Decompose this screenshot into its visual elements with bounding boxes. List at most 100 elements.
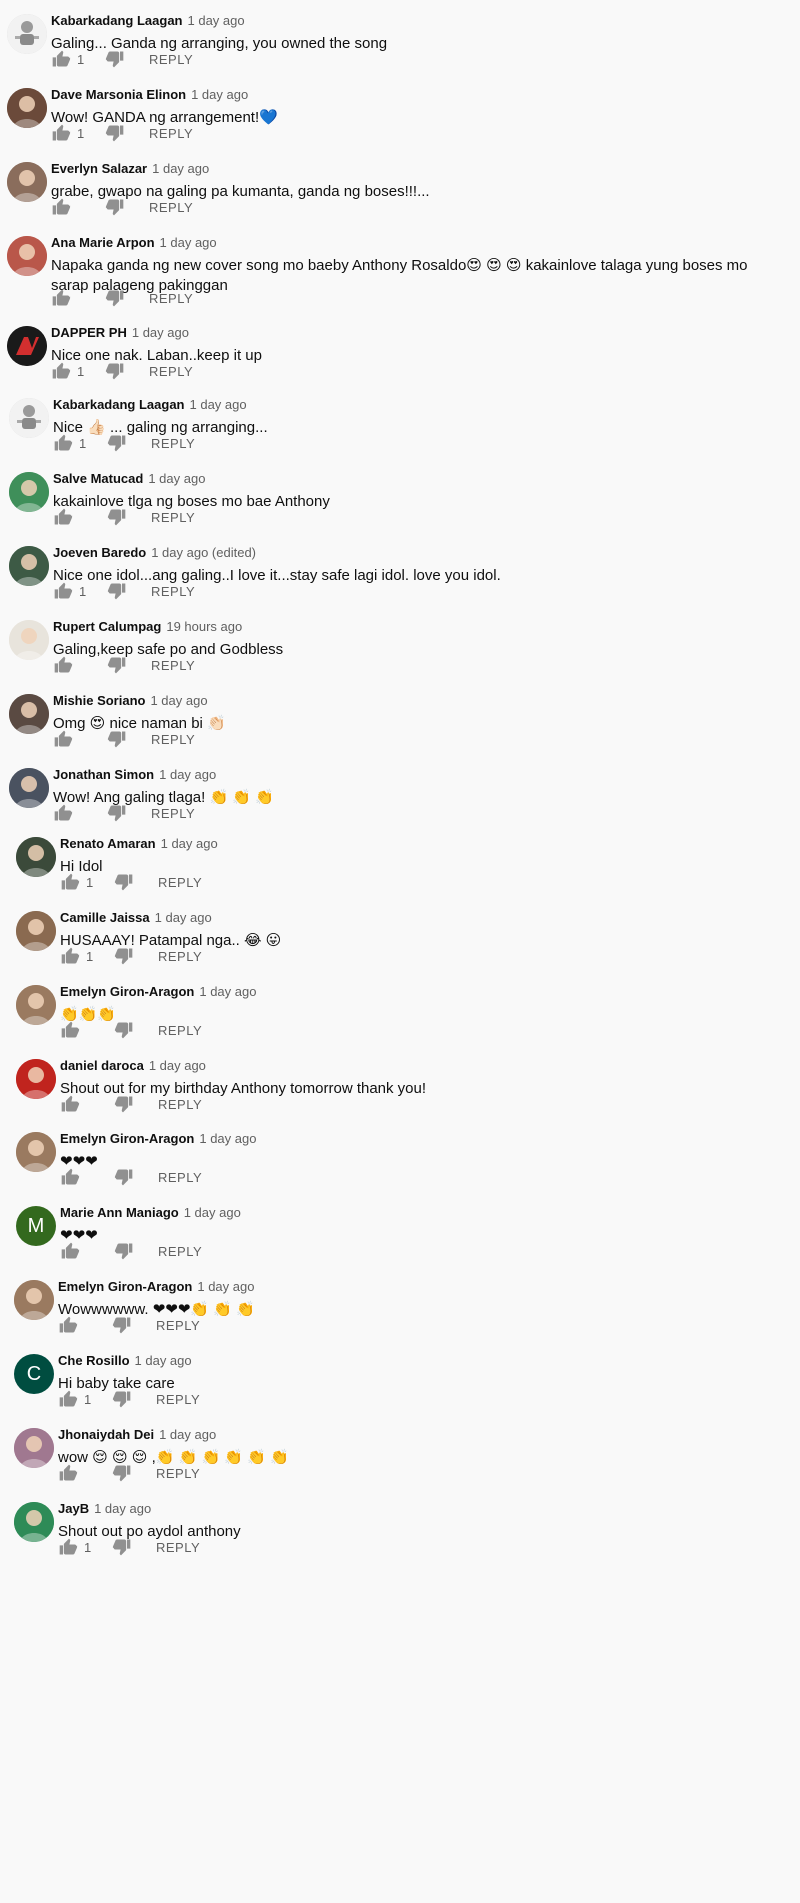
comment-time[interactable]: 1 day ago (188, 13, 245, 28)
reply-button[interactable]: REPLY (158, 1244, 202, 1259)
reply-button[interactable]: REPLY (156, 1318, 200, 1333)
reply-button[interactable]: REPLY (151, 436, 195, 451)
avatar[interactable] (16, 985, 56, 1025)
author-name[interactable]: Jhonaiydah Dei (58, 1427, 154, 1442)
reply-button[interactable]: REPLY (149, 364, 193, 379)
author-name[interactable]: Camille Jaissa (60, 910, 150, 925)
comment-time[interactable]: 1 day ago (155, 910, 212, 925)
dislike-icon[interactable] (105, 197, 125, 217)
avatar[interactable] (9, 546, 49, 586)
dislike-icon[interactable] (105, 361, 125, 381)
author-name[interactable]: Che Rosillo (58, 1353, 130, 1368)
like-icon[interactable] (51, 197, 71, 217)
avatar[interactable] (14, 1502, 54, 1542)
comment-time[interactable]: 1 day ago (132, 325, 189, 340)
avatar[interactable] (9, 620, 49, 660)
dislike-icon[interactable] (107, 729, 127, 749)
dislike-icon[interactable] (114, 1020, 134, 1040)
like-icon[interactable] (60, 1241, 80, 1261)
reply-button[interactable]: REPLY (151, 510, 195, 525)
author-name[interactable]: Joeven Baredo (53, 545, 146, 560)
avatar[interactable] (16, 911, 56, 951)
avatar[interactable] (7, 162, 47, 202)
author-name[interactable]: Kabarkadang Laagan (51, 13, 183, 28)
dislike-icon[interactable] (112, 1315, 132, 1335)
comment-time[interactable]: 1 day ago (184, 1205, 241, 1220)
comment-time[interactable]: 1 day ago (160, 235, 217, 250)
author-name[interactable]: Renato Amaran (60, 836, 156, 851)
reply-button[interactable]: REPLY (158, 875, 202, 890)
reply-button[interactable]: REPLY (149, 126, 193, 141)
like-icon[interactable] (60, 946, 80, 966)
comment-time[interactable]: 1 day ago (edited) (151, 545, 256, 560)
avatar[interactable] (7, 14, 47, 54)
like-icon[interactable] (51, 361, 71, 381)
comment-time[interactable]: 1 day ago (159, 767, 216, 782)
reply-button[interactable]: REPLY (151, 806, 195, 821)
comment-time[interactable]: 1 day ago (199, 1131, 256, 1146)
reply-button[interactable]: REPLY (149, 291, 193, 306)
reply-button[interactable]: REPLY (158, 1023, 202, 1038)
avatar[interactable] (7, 88, 47, 128)
reply-button[interactable]: REPLY (149, 52, 193, 67)
reply-button[interactable]: REPLY (149, 200, 193, 215)
like-icon[interactable] (53, 655, 73, 675)
author-name[interactable]: DAPPER PH (51, 325, 127, 340)
like-icon[interactable] (51, 123, 71, 143)
comment-time[interactable]: 1 day ago (152, 161, 209, 176)
avatar[interactable] (9, 398, 49, 438)
avatar[interactable] (16, 1132, 56, 1172)
like-icon[interactable] (60, 1094, 80, 1114)
dislike-icon[interactable] (107, 655, 127, 675)
avatar[interactable] (7, 326, 47, 366)
comment-time[interactable]: 1 day ago (190, 397, 247, 412)
dislike-icon[interactable] (112, 1389, 132, 1409)
like-icon[interactable] (53, 729, 73, 749)
author-name[interactable]: Jonathan Simon (53, 767, 154, 782)
dislike-icon[interactable] (114, 872, 134, 892)
reply-button[interactable]: REPLY (151, 732, 195, 747)
like-icon[interactable] (58, 1315, 78, 1335)
avatar[interactable] (14, 1280, 54, 1320)
like-icon[interactable] (53, 507, 73, 527)
reply-button[interactable]: REPLY (151, 584, 195, 599)
author-name[interactable]: Emelyn Giron-Aragon (58, 1279, 192, 1294)
like-icon[interactable] (58, 1463, 78, 1483)
like-icon[interactable] (60, 1020, 80, 1040)
reply-button[interactable]: REPLY (156, 1540, 200, 1555)
avatar[interactable] (16, 1059, 56, 1099)
like-icon[interactable] (53, 803, 73, 823)
dislike-icon[interactable] (114, 946, 134, 966)
avatar[interactable]: M (16, 1206, 56, 1246)
comment-time[interactable]: 1 day ago (191, 87, 248, 102)
dislike-icon[interactable] (114, 1241, 134, 1261)
dislike-icon[interactable] (112, 1537, 132, 1557)
author-name[interactable]: Salve Matucad (53, 471, 143, 486)
avatar[interactable] (9, 472, 49, 512)
avatar[interactable] (14, 1428, 54, 1468)
like-icon[interactable] (53, 433, 73, 453)
like-icon[interactable] (51, 49, 71, 69)
reply-button[interactable]: REPLY (158, 1097, 202, 1112)
author-name[interactable]: Emelyn Giron-Aragon (60, 1131, 194, 1146)
comment-time[interactable]: 1 day ago (150, 693, 207, 708)
dislike-icon[interactable] (105, 288, 125, 308)
reply-button[interactable]: REPLY (151, 658, 195, 673)
comment-time[interactable]: 1 day ago (135, 1353, 192, 1368)
avatar[interactable] (9, 768, 49, 808)
comment-time[interactable]: 1 day ago (199, 984, 256, 999)
comment-time[interactable]: 1 day ago (149, 1058, 206, 1073)
dislike-icon[interactable] (107, 507, 127, 527)
comment-time[interactable]: 1 day ago (94, 1501, 151, 1516)
author-name[interactable]: JayB (58, 1501, 89, 1516)
comment-time[interactable]: 19 hours ago (166, 619, 242, 634)
dislike-icon[interactable] (105, 123, 125, 143)
comment-time[interactable]: 1 day ago (159, 1427, 216, 1442)
like-icon[interactable] (60, 872, 80, 892)
like-icon[interactable] (53, 581, 73, 601)
dislike-icon[interactable] (107, 581, 127, 601)
author-name[interactable]: Ana Marie Arpon (51, 235, 155, 250)
avatar[interactable] (16, 837, 56, 877)
reply-button[interactable]: REPLY (156, 1466, 200, 1481)
reply-button[interactable]: REPLY (158, 1170, 202, 1185)
